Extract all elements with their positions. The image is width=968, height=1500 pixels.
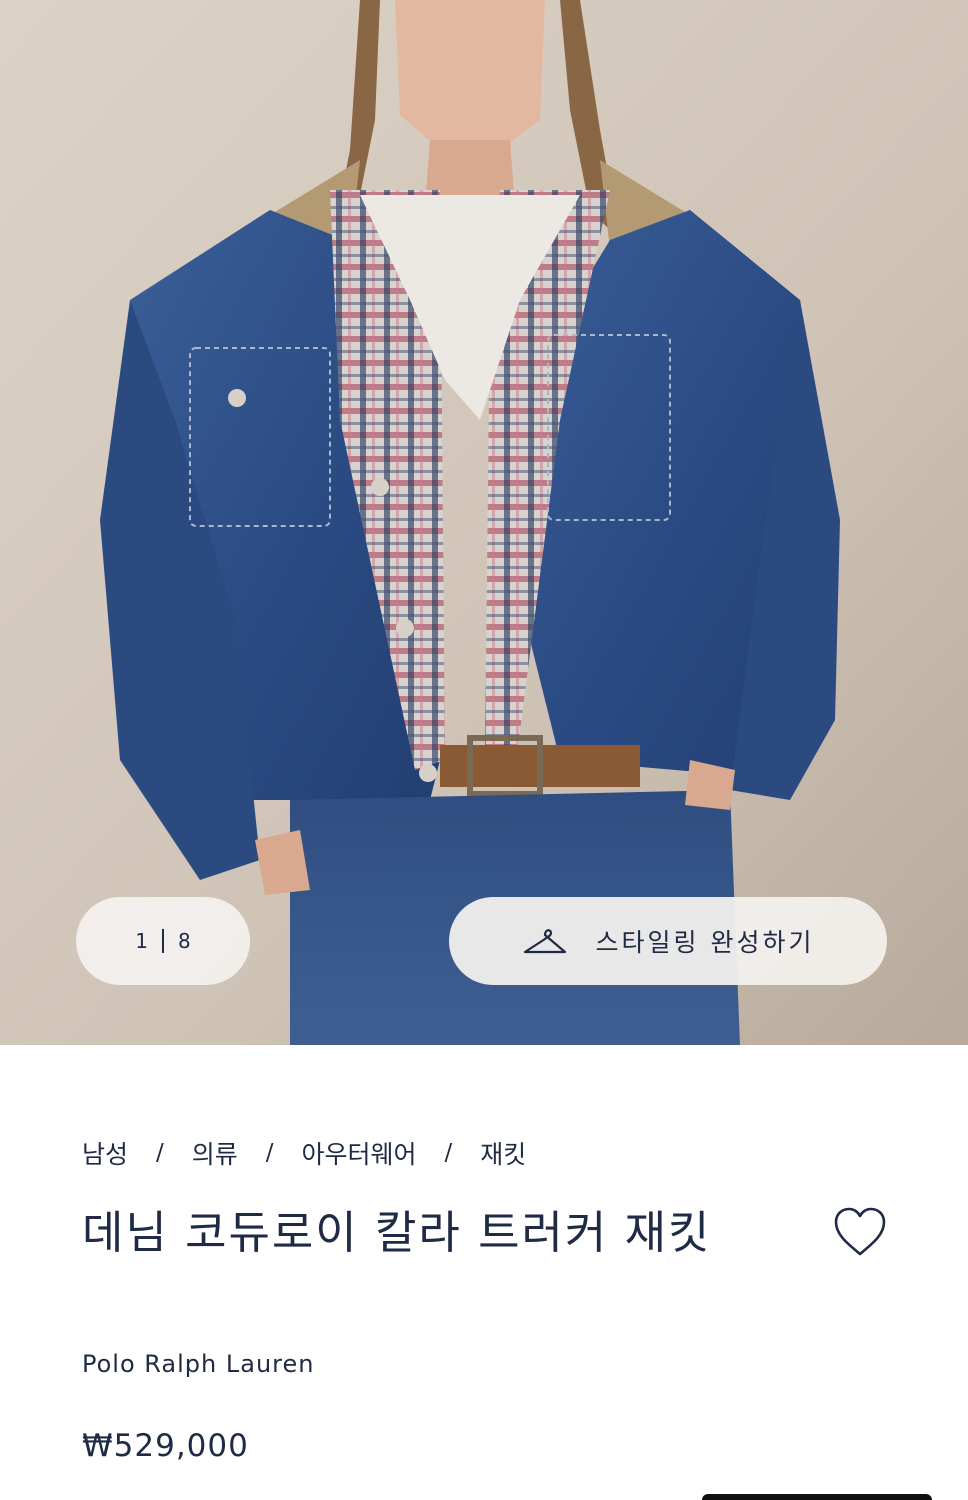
- complete-styling-button[interactable]: 스타일링 완성하기: [449, 897, 887, 985]
- complete-styling-label: 스타일링 완성하기: [595, 928, 815, 957]
- brand-name: Polo Ralph Lauren: [82, 1350, 315, 1378]
- breadcrumb: 남성 / 의류 / 아우터웨어 / 재킷: [82, 1135, 526, 1171]
- breadcrumb-item-clothing[interactable]: 의류: [192, 1135, 238, 1171]
- breadcrumb-separator: /: [444, 1140, 453, 1166]
- image-counter: 1 8: [76, 897, 250, 985]
- current-image-index: 1: [135, 929, 148, 953]
- breadcrumb-item-men[interactable]: 남성: [82, 1135, 128, 1171]
- heart-outline-icon: [834, 1207, 886, 1256]
- product-price: ₩529,000: [82, 1428, 249, 1464]
- wishlist-button[interactable]: [830, 1202, 890, 1262]
- product-title: 데님 코듀로이 칼라 트러커 재킷: [82, 1206, 712, 1259]
- product-photo: [0, 0, 968, 1045]
- breadcrumb-item-outerwear[interactable]: 아우터웨어: [302, 1135, 417, 1171]
- breadcrumb-separator: /: [265, 1140, 274, 1166]
- breadcrumb-separator: /: [156, 1140, 164, 1166]
- breadcrumb-item-jackets[interactable]: 재킷: [480, 1135, 526, 1171]
- bottom-action-bar-edge: [702, 1494, 932, 1500]
- product-image-gallery[interactable]: 1 8 스타일링 완성하기: [0, 0, 968, 1045]
- hanger-icon: [523, 929, 566, 954]
- counter-divider: [162, 929, 164, 953]
- total-image-count: 8: [178, 929, 191, 953]
